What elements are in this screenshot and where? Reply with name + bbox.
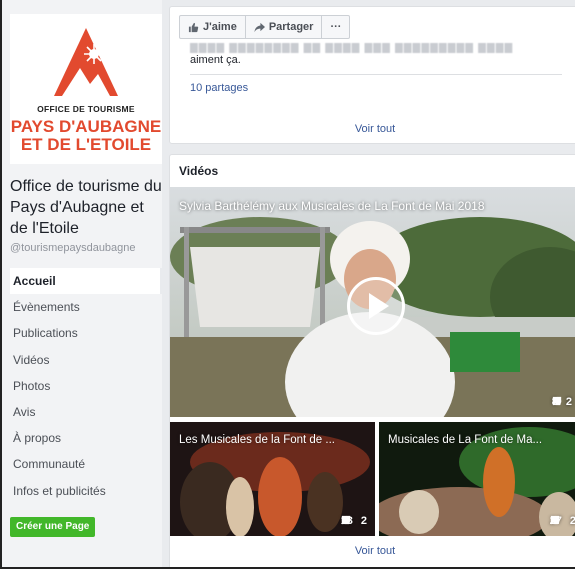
page-profile-picture[interactable]: OFFICE DE TOURISME PAYS D'AUBAGNE ET DE … (10, 14, 162, 164)
play-icon (369, 293, 389, 319)
video-2-title: Musicales de La Font de Ma... (388, 434, 543, 446)
logo-text-office: OFFICE DE TOURISME (37, 104, 135, 114)
create-page-button[interactable]: Créer une Page (10, 517, 96, 537)
play-button[interactable] (347, 277, 405, 335)
comment-count: 2 (341, 515, 367, 527)
featured-video-stats: 8 2 (552, 396, 572, 408)
video-1-title: Les Musicales de la Font de ... (179, 434, 335, 446)
nav-item-communaute[interactable]: Communauté (10, 451, 162, 477)
featured-video[interactable]: Sylvia Barthélémy aux Musicales de La Fo… (170, 187, 575, 417)
nav-item-publications[interactable]: Publications (10, 320, 162, 346)
video-thumbnail-1[interactable]: Les Musicales de la Font de ... 13 2 (170, 422, 375, 536)
nav-item-videos[interactable]: Vidéos (10, 347, 162, 373)
comment-icon (341, 515, 350, 525)
logo-text-pays: PAYS D'AUBAGNE (10, 117, 162, 136)
like-label: J'aime (203, 21, 237, 33)
post-text-obscured: ████ ████████ ██ ████ ███ █████████ ████ (190, 43, 514, 53)
thumbs-up-icon (188, 22, 199, 32)
post-like-summary: ████ ████████ ██ ████ ███ █████████ ████… (190, 43, 570, 67)
logo-text-etoile: ET DE L'ETOILE (20, 135, 152, 154)
videos-card: Vidéos Sylvia Barthélémy aux Musicales d… (169, 154, 575, 567)
share-button[interactable]: Partager (246, 16, 323, 38)
facebook-page: OFFICE DE TOURISME PAYS D'AUBAGNE ET DE … (0, 0, 575, 569)
more-options-button[interactable]: ··· (322, 16, 349, 38)
nav-item-avis[interactable]: Avis (10, 399, 162, 425)
post-card: J'aime Partager ··· ████ ████████ ██ ███… (169, 6, 575, 144)
comment-count: 2 (550, 515, 575, 527)
nav-item-infos-publicites[interactable]: Infos et publicités (10, 478, 162, 504)
videos-section-title[interactable]: Vidéos (179, 164, 218, 178)
post-likes-text: aiment ça. (190, 54, 241, 66)
comment-icon (552, 396, 561, 406)
comment-count: 2 (552, 396, 572, 408)
share-label: Partager (268, 21, 314, 33)
video-2-stats: 27 2 (550, 515, 575, 527)
left-sidebar: OFFICE DE TOURISME PAYS D'AUBAGNE ET DE … (2, 0, 162, 567)
see-all-posts-link[interactable]: Voir tout (170, 123, 575, 135)
page-nav: Accueil Évènements Publications Vidéos P… (10, 268, 162, 504)
video-thumbnail-2[interactable]: Musicales de La Font de Ma... 27 2 (379, 422, 575, 536)
shares-count-link[interactable]: 10 partages (190, 82, 248, 94)
nav-item-a-propos[interactable]: À propos (10, 425, 162, 451)
page-title[interactable]: Office de tourisme du Pays d'Aubagne et … (10, 176, 162, 239)
video-1-stats: 13 2 (341, 515, 367, 527)
comment-icon (550, 515, 559, 525)
divider (190, 74, 562, 75)
share-arrow-icon (254, 22, 265, 32)
see-all-videos-link[interactable]: Voir tout (170, 545, 575, 557)
page-handle[interactable]: @tourismepaysdaubagne (10, 242, 136, 254)
post-action-bar: J'aime Partager ··· (179, 15, 351, 39)
like-button[interactable]: J'aime (180, 16, 246, 38)
featured-video-title: Sylvia Barthélémy aux Musicales de La Fo… (179, 199, 485, 213)
nav-item-evenements[interactable]: Évènements (10, 294, 162, 320)
nav-item-photos[interactable]: Photos (10, 373, 162, 399)
nav-item-accueil[interactable]: Accueil (10, 268, 162, 295)
